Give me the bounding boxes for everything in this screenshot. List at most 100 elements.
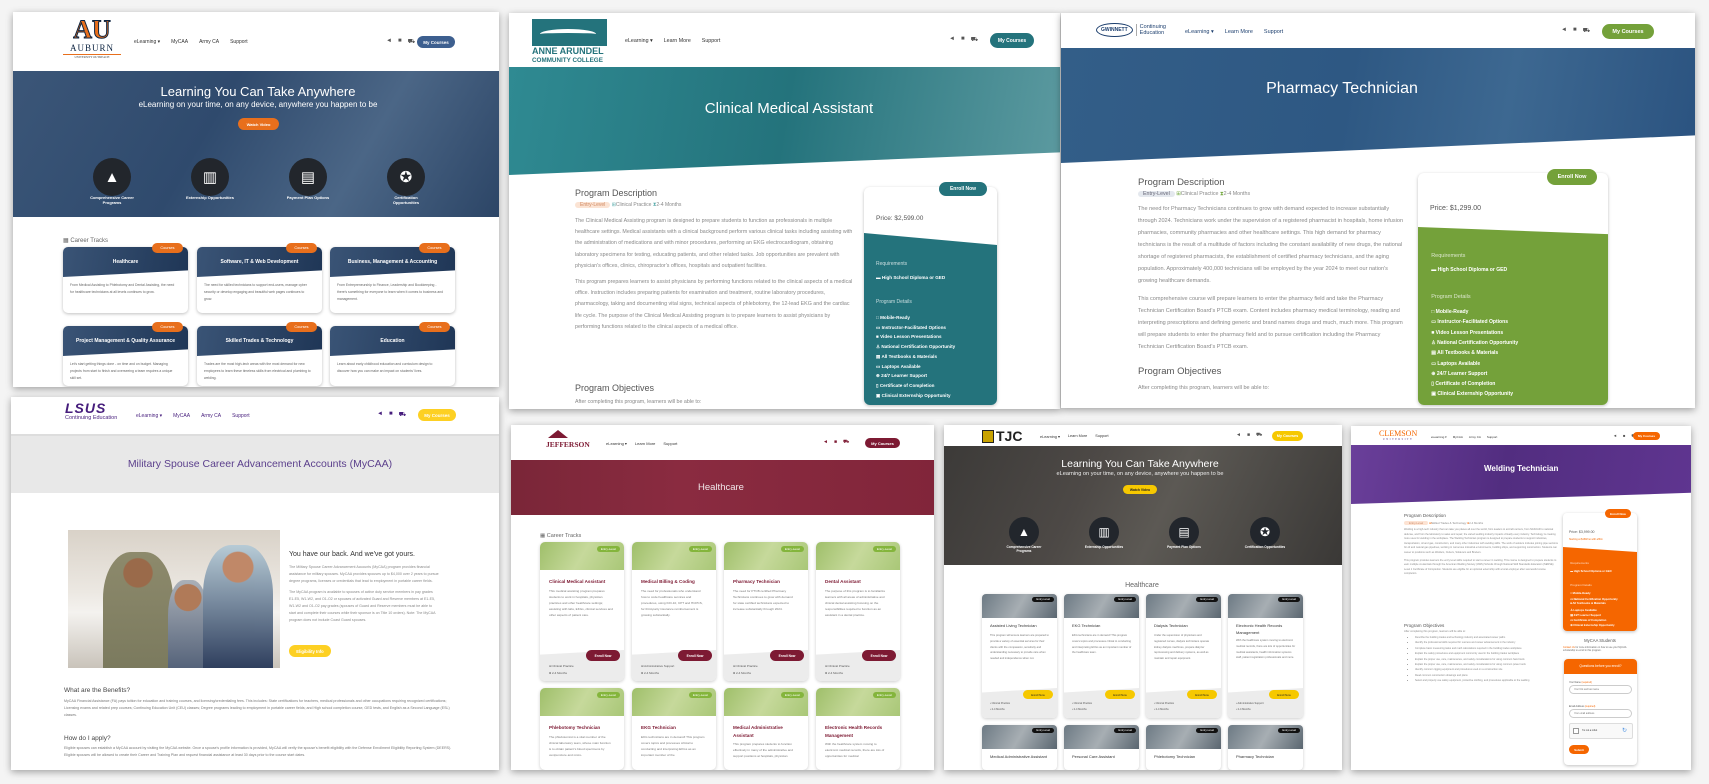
nav-item-mycaa[interactable]: MyCAA — [173, 413, 190, 419]
enroll-now-button[interactable]: Enroll Now — [1547, 169, 1597, 185]
enroll-now-button[interactable]: Enroll Now — [1023, 690, 1053, 699]
feature-payment-plan-options[interactable]: ▤ — [289, 158, 327, 196]
courses-badge[interactable]: Courses — [286, 243, 317, 253]
name-input[interactable] — [1569, 685, 1632, 694]
course-card-ekg-technician[interactable]: Entry-Level EKG Technician EKG technicians… — [632, 688, 716, 770]
feature-comprehensive-career-programs[interactable]: ▲ — [1009, 517, 1039, 547]
nav-item-mycaa[interactable]: MyCAA — [1453, 435, 1463, 439]
course-card-clinical-medical-assistant[interactable]: Entry-Level Clinical Medical Assistant Thi… — [540, 542, 624, 681]
watch-video-button[interactable]: Watch Video — [238, 118, 279, 130]
my-courses-button[interactable]: My Courses — [417, 36, 455, 48]
course-card-pharmacy-technician[interactable]: Entry-Level Pharmacy Technician — [1228, 725, 1303, 770]
feature-comprehensive-career-programs[interactable]: ▲ — [93, 158, 131, 196]
nav-item-mycaa[interactable]: MyCAA — [171, 39, 188, 45]
jefferson-logo[interactable]: JEFFERSON — [540, 430, 594, 455]
auburn-logo[interactable]: AU AUBURN UNIVERSITY OUTREACH — [63, 16, 121, 59]
my-courses-button[interactable]: My Courses — [990, 33, 1034, 48]
feature-externship-opportunities[interactable]: ▥ — [191, 158, 229, 196]
course-card-electronic-health-records-management[interactable]: Entry-Level Electronic Health Records Man… — [1228, 594, 1303, 718]
nav-item-learn-more[interactable]: Learn More — [1225, 29, 1253, 35]
course-card-medical-billing-coding[interactable]: Entry-Level Medical Billing & Coding The n… — [632, 542, 716, 681]
course-card-dental-assistant[interactable]: Entry-Level Dental Assistant The purpose o… — [816, 542, 900, 681]
nav-item-learn-more[interactable]: Learn More — [635, 441, 655, 446]
career-track-card[interactable]: Software, IT & Web Development Courses The… — [197, 243, 322, 313]
course-card-medical-administrative-assistant[interactable]: Entry-Level Medical Administrative Assist… — [982, 725, 1057, 770]
course-card-phlebotomy-technician[interactable]: Entry-Level Phlebotomy Technician — [1146, 725, 1221, 770]
lock-icon[interactable]: ■ — [1623, 433, 1625, 439]
watch-video-button[interactable]: Watch Video — [1123, 485, 1157, 494]
aacc-logo[interactable]: ANNE ARUNDEL COMMUNITY COLLEGE — [532, 19, 607, 64]
feature-certification-opportunities[interactable]: ✪ — [387, 158, 425, 196]
nav-item-elearning[interactable]: eLearning ▾ — [606, 441, 627, 446]
enroll-now-button[interactable]: Enroll Now — [1605, 509, 1631, 518]
courses-badge[interactable]: Courses — [152, 243, 183, 253]
my-courses-button[interactable]: My Courses — [1633, 432, 1660, 440]
cart-icon[interactable]: ⛟ — [399, 411, 407, 419]
course-card-pharmacy-technician[interactable]: Entry-Level Pharmacy Technician The need f… — [724, 542, 808, 681]
nav-item-army-ca[interactable]: Army CA — [199, 39, 219, 45]
nav-item-learn-more[interactable]: Learn More — [664, 38, 691, 44]
courses-badge[interactable]: Courses — [419, 322, 450, 332]
course-card-assisted-living-technician[interactable]: Entry-Level Assisted Living Technician Thi… — [982, 594, 1057, 718]
nav-item-support[interactable]: Support — [663, 441, 677, 446]
nav-item-support[interactable]: Support — [1095, 434, 1108, 439]
lock-icon[interactable]: ■ — [1573, 27, 1577, 35]
cart-icon[interactable]: ⛟ — [1583, 27, 1591, 35]
nav-item-army-ca[interactable]: Army CA — [1469, 435, 1481, 439]
eligibility-info-button[interactable]: Eligibility Info — [289, 645, 331, 657]
course-card-personal-care-assistant[interactable]: Entry-Level Personal Care Assistant — [1064, 725, 1139, 770]
enroll-now-button[interactable]: Enroll Now — [1187, 690, 1217, 699]
nav-item-learn-more[interactable]: Learn More — [1068, 434, 1087, 439]
enroll-now-button[interactable]: Enroll Now — [862, 650, 896, 661]
megaphone-icon[interactable]: ◄ — [1613, 433, 1617, 439]
my-courses-button[interactable]: My Courses — [1272, 431, 1303, 441]
course-card-phlebotomy-technician[interactable]: Entry-Level Phlebotomy Technician The phle… — [540, 688, 624, 770]
nav-item-elearning[interactable]: eLearning ▾ — [1040, 434, 1060, 439]
nav-item-elearning[interactable]: eLearning ▾ — [136, 413, 162, 419]
career-track-card[interactable]: Project Management & Quality Assurance Co… — [63, 322, 188, 386]
lsus-logo[interactable]: LSUS Continuing Education — [65, 401, 117, 421]
nav-item-elearning[interactable]: eLearning ▾ — [1431, 435, 1447, 439]
feature-payment-plan-options[interactable]: ▤ — [1169, 517, 1199, 547]
tjc-logo[interactable]: TJC — [982, 428, 1022, 444]
lock-icon[interactable]: ■ — [961, 36, 965, 44]
nav-item-elearning[interactable]: eLearning ▾ — [1185, 29, 1214, 35]
career-track-card[interactable]: Skilled Trades & Technology Courses Trades… — [197, 322, 322, 386]
megaphone-icon[interactable]: ◄ — [823, 439, 828, 446]
feature-externship-opportunities[interactable]: ▥ — [1089, 517, 1119, 547]
gwinnett-logo[interactable]: GWINNETT Continuing Education — [1096, 23, 1170, 37]
course-card-dialysis-technician[interactable]: Entry-Level Dialysis Technician Under the … — [1146, 594, 1221, 718]
course-card-electronic-health-records-management[interactable]: Entry-Level Electronic Health Records Man… — [816, 688, 900, 770]
cart-icon[interactable]: ⛟ — [408, 38, 416, 46]
lock-icon[interactable]: ■ — [398, 38, 402, 46]
email-input[interactable] — [1569, 709, 1632, 718]
cart-icon[interactable]: ⛟ — [971, 36, 979, 44]
cart-icon[interactable]: ⛟ — [1256, 432, 1262, 439]
lock-icon[interactable]: ■ — [1247, 432, 1250, 439]
megaphone-icon[interactable]: ◄ — [1236, 432, 1241, 439]
feature-certification-opportunities[interactable]: ✪ — [1250, 517, 1280, 547]
nav-item-elearning[interactable]: eLearning ▾ — [625, 38, 653, 44]
courses-badge[interactable]: Courses — [286, 322, 317, 332]
my-courses-button[interactable]: My Courses — [865, 438, 900, 448]
nav-item-support[interactable]: Support — [230, 39, 248, 45]
enroll-now-button[interactable]: Enroll Now — [939, 182, 987, 196]
my-courses-button[interactable]: My Courses — [418, 409, 456, 421]
career-track-card[interactable]: Education Courses Learn about early childh… — [330, 322, 455, 386]
nav-item-support[interactable]: Support — [1264, 29, 1283, 35]
courses-badge[interactable]: Courses — [419, 243, 450, 253]
clemson-logo[interactable]: CLEMSON UNIVERSITY — [1379, 430, 1417, 442]
nav-item-elearning[interactable]: eLearning ▾ — [134, 39, 160, 45]
lock-icon[interactable]: ■ — [834, 439, 837, 446]
course-card-ekg-technician[interactable]: Entry-Level EKG Technician EKG technicians… — [1064, 594, 1139, 718]
megaphone-icon[interactable]: ◄ — [949, 36, 955, 44]
submit-button[interactable]: Submit — [1569, 745, 1589, 754]
enroll-now-button[interactable]: Enroll Now — [1105, 690, 1135, 699]
megaphone-icon[interactable]: ◄ — [377, 411, 383, 419]
nav-item-army-ca[interactable]: Army CA — [201, 413, 221, 419]
enroll-now-button[interactable]: Enroll Now — [770, 650, 804, 661]
my-courses-button[interactable]: My Courses — [1602, 24, 1654, 39]
enroll-now-button[interactable]: Enroll Now — [678, 650, 712, 661]
cart-icon[interactable]: ⛟ — [843, 439, 849, 446]
courses-badge[interactable]: Courses — [152, 322, 183, 332]
